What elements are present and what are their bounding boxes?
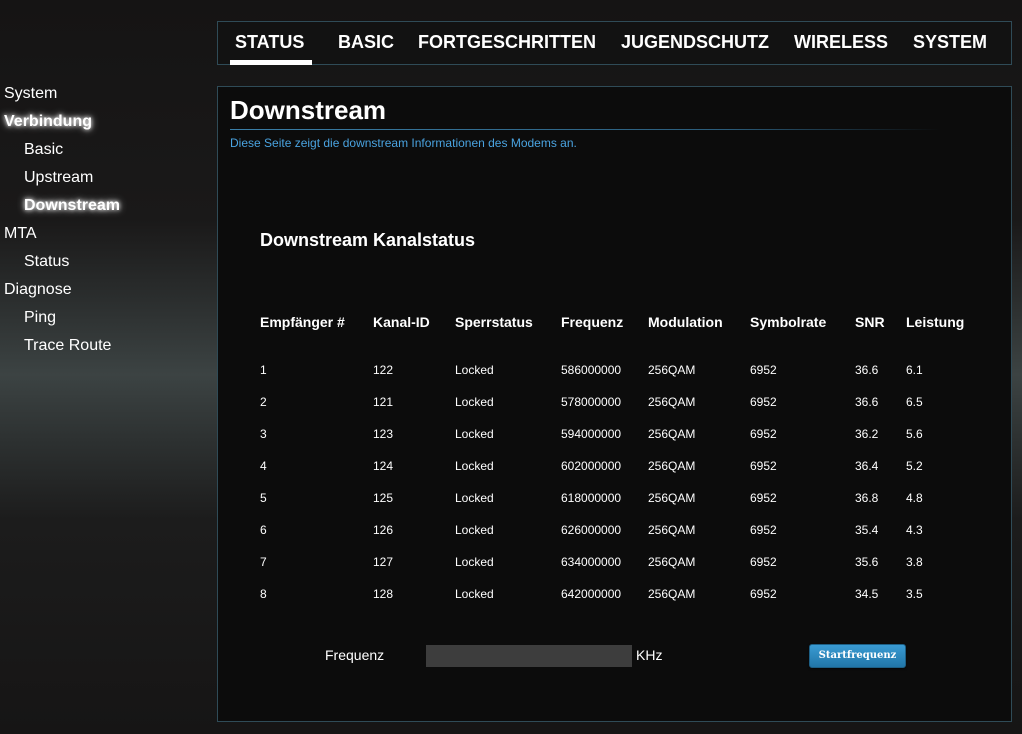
table-cell-col-modulation: 256QAM: [648, 491, 696, 505]
table-cell-col-kanal-id: 125: [373, 491, 394, 505]
title-divider: [230, 129, 940, 130]
sidebar-item-mta-status[interactable]: Status: [24, 253, 69, 271]
table-header-col-snr: SNR: [855, 314, 885, 330]
table-cell-col-frequenz: 634000000: [561, 555, 622, 569]
table-header-col-sperrstatus: Sperrstatus: [455, 314, 533, 330]
table-cell-col-symbolrate: 6952: [750, 363, 777, 377]
table-cell-col-symbolrate: 6952: [750, 491, 777, 505]
frequency-input[interactable]: [426, 645, 632, 667]
table-cell-col-frequenz: 602000000: [561, 459, 622, 473]
table-cell-col-kanal-id: 122: [373, 363, 394, 377]
table-cell-col-leistung: 6.5: [906, 395, 923, 409]
table-header-col-symbolrate: Symbolrate: [750, 314, 827, 330]
table-cell-col-sperrstatus: Locked: [455, 523, 494, 537]
table-cell-col-frequenz: 586000000: [561, 363, 622, 377]
sidebar-item-downstream[interactable]: Downstream: [24, 197, 120, 215]
table-cell-col-kanal-id: 127: [373, 555, 394, 569]
table-cell-col-frequenz: 626000000: [561, 523, 622, 537]
table-cell-col-leistung: 3.8: [906, 555, 923, 569]
table-cell-col-symbolrate: 6952: [750, 395, 777, 409]
table-cell-col-frequenz: 578000000: [561, 395, 622, 409]
table-cell-col-empfaenger: 7: [260, 555, 267, 569]
section-title: Downstream Kanalstatus: [260, 230, 476, 250]
table-cell-col-snr: 36.6: [855, 363, 879, 377]
table-cell-col-leistung: 5.6: [906, 427, 923, 441]
table-cell-col-modulation: 256QAM: [648, 555, 696, 569]
table-cell-col-empfaenger: 1: [260, 363, 267, 377]
table-cell-col-symbolrate: 6952: [750, 459, 777, 473]
page-title: Downstream: [230, 95, 387, 125]
table-cell-col-snr: 36.8: [855, 491, 879, 505]
table-header-col-kanal-id: Kanal-ID: [373, 314, 430, 330]
table-cell-col-modulation: 256QAM: [648, 523, 696, 537]
tab-basic[interactable]: BASIC: [338, 22, 394, 64]
table-cell-col-modulation: 256QAM: [648, 459, 696, 473]
table-cell-col-snr: 36.6: [855, 395, 879, 409]
page-description: Diese Seite zeigt die downstream Informa…: [230, 136, 577, 150]
table-cell-col-frequenz: 594000000: [561, 427, 622, 441]
table-cell-col-empfaenger: 8: [260, 587, 267, 601]
table-cell-col-empfaenger: 2: [260, 395, 267, 409]
table-cell-col-symbolrate: 6952: [750, 427, 777, 441]
table-cell-col-sperrstatus: Locked: [455, 587, 494, 601]
table-cell-col-kanal-id: 124: [373, 459, 394, 473]
sidebar-item-system[interactable]: System: [4, 85, 57, 103]
sidebar-item-trace-route[interactable]: Trace Route: [24, 337, 111, 355]
sidebar-item-basic[interactable]: Basic: [24, 141, 63, 159]
table-header-col-modulation: Modulation: [648, 314, 723, 330]
table-cell-col-sperrstatus: Locked: [455, 555, 494, 569]
table-cell-col-kanal-id: 128: [373, 587, 394, 601]
table-header-col-empfaenger: Empfänger #: [260, 314, 345, 330]
table-cell-col-leistung: 4.8: [906, 491, 923, 505]
sidebar-item-verbindung[interactable]: Verbindung: [4, 113, 92, 131]
table-cell-col-modulation: 256QAM: [648, 395, 696, 409]
table-cell-col-snr: 35.6: [855, 555, 879, 569]
table-cell-col-modulation: 256QAM: [648, 427, 696, 441]
table-cell-col-snr: 36.4: [855, 459, 879, 473]
table-cell-col-snr: 35.4: [855, 523, 879, 537]
top-navigation: STATUS BASIC FORTGESCHRITTEN JUGENDSCHUT…: [217, 21, 1012, 65]
table-cell-col-sperrstatus: Locked: [455, 395, 494, 409]
table-cell-col-sperrstatus: Locked: [455, 427, 494, 441]
table-cell-col-symbolrate: 6952: [750, 523, 777, 537]
main-panel: Downstream Diese Seite zeigt die downstr…: [217, 86, 1012, 722]
frequency-unit: KHz: [636, 647, 663, 663]
table-cell-col-symbolrate: 6952: [750, 587, 777, 601]
table-cell-col-leistung: 3.5: [906, 587, 923, 601]
startfrequenz-button[interactable]: Startfrequenz: [809, 644, 906, 668]
table-cell-col-leistung: 6.1: [906, 363, 923, 377]
sidebar-item-diagnose[interactable]: Diagnose: [4, 281, 72, 299]
table-cell-col-sperrstatus: Locked: [455, 491, 494, 505]
table-cell-col-leistung: 5.2: [906, 459, 923, 473]
table-cell-col-frequenz: 618000000: [561, 491, 622, 505]
table-cell-col-empfaenger: 3: [260, 427, 267, 441]
tab-system[interactable]: SYSTEM: [913, 22, 987, 64]
table-cell-col-sperrstatus: Locked: [455, 363, 494, 377]
tab-wireless[interactable]: WIRELESS: [794, 22, 888, 64]
table-cell-col-empfaenger: 4: [260, 459, 267, 473]
table-cell-col-modulation: 256QAM: [648, 587, 696, 601]
table-cell-col-kanal-id: 126: [373, 523, 394, 537]
table-cell-col-modulation: 256QAM: [648, 363, 696, 377]
table-cell-col-empfaenger: 5: [260, 491, 267, 505]
frequency-label: Frequenz: [325, 647, 385, 663]
table-cell-col-snr: 34.5: [855, 587, 879, 601]
table-header-col-frequenz: Frequenz: [561, 314, 624, 330]
table-cell-col-symbolrate: 6952: [750, 555, 777, 569]
table-header-col-leistung: Leistung: [906, 314, 965, 330]
table-cell-col-kanal-id: 123: [373, 427, 394, 441]
tab-fortgeschritten[interactable]: FORTGESCHRITTEN: [418, 22, 596, 64]
sidebar-item-mta[interactable]: MTA: [4, 225, 37, 243]
tab-jugendschutz[interactable]: JUGENDSCHUTZ: [621, 22, 769, 64]
table-cell-col-kanal-id: 121: [373, 395, 394, 409]
table-cell-col-empfaenger: 6: [260, 523, 267, 537]
sidebar-item-upstream[interactable]: Upstream: [24, 169, 93, 187]
tab-status[interactable]: STATUS: [229, 22, 313, 65]
table-cell-col-sperrstatus: Locked: [455, 459, 494, 473]
sidebar-item-ping[interactable]: Ping: [24, 309, 56, 327]
table-cell-col-snr: 36.2: [855, 427, 879, 441]
table-cell-col-leistung: 4.3: [906, 523, 923, 537]
table-cell-col-frequenz: 642000000: [561, 587, 622, 601]
